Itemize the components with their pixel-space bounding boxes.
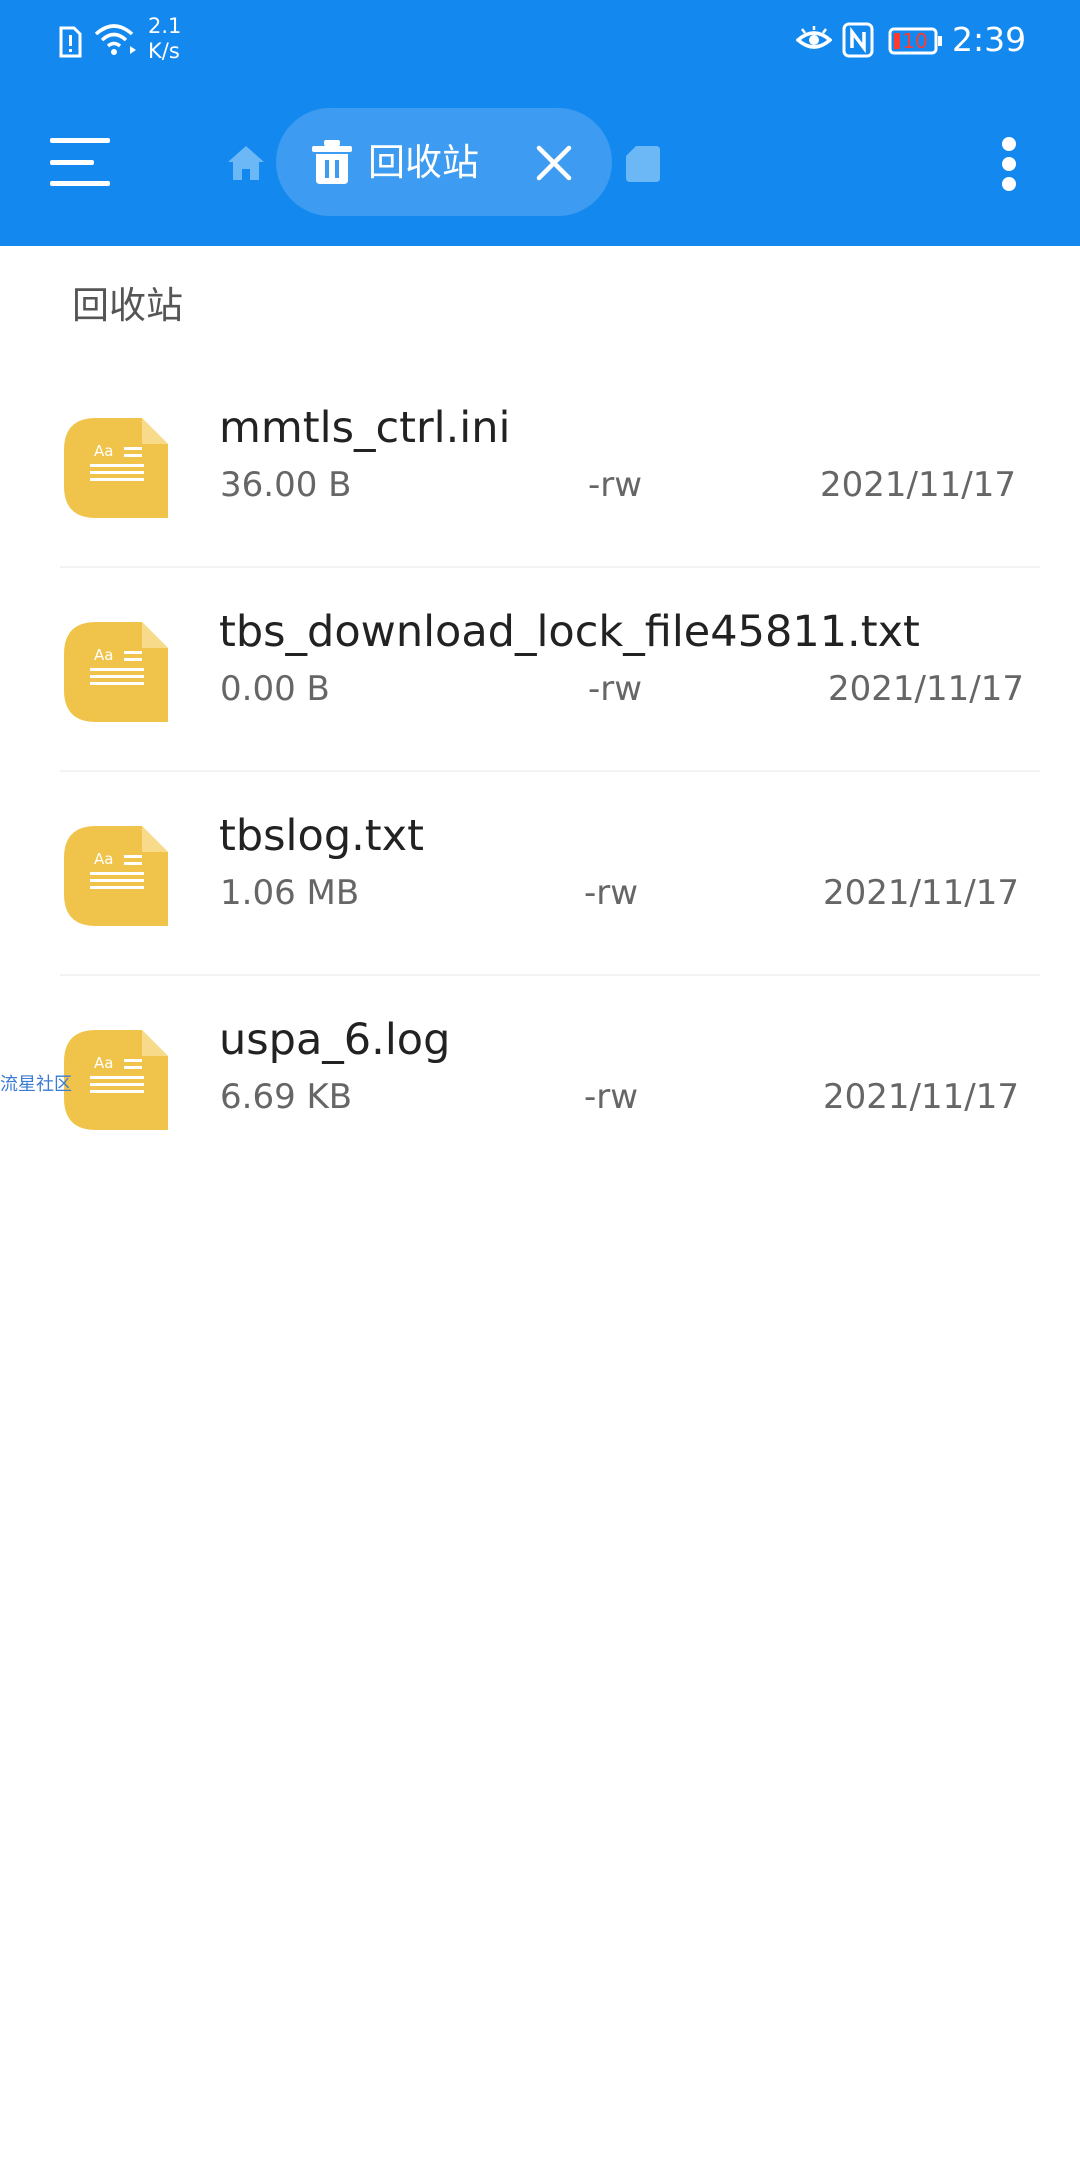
network-speed-value: 2.1 xyxy=(148,14,182,38)
file-permissions: -rw xyxy=(584,873,639,913)
more-vert-icon[interactable] xyxy=(1000,136,1018,192)
text-file-icon: Aa xyxy=(64,826,168,926)
file-permissions: -rw xyxy=(588,669,643,709)
battery-level: 10 xyxy=(902,29,928,53)
file-name: mmtls_ctrl.ini xyxy=(219,403,511,453)
file-size: 0.00 B xyxy=(220,669,330,709)
file-date: 2021/11/17 xyxy=(820,465,1016,505)
file-name: tbslog.txt xyxy=(219,811,424,861)
network-speed-unit: K/s xyxy=(148,39,180,63)
watermark: 流星社区 xyxy=(0,1074,72,1095)
file-name: tbs_download_lock_file45811.txt xyxy=(219,607,920,657)
clock: 2:39 xyxy=(952,20,1027,59)
app-bar: 2.1 K/s 10 2:39 回收站 xyxy=(0,0,1080,246)
file-row[interactable]: Aa mmtls_ctrl.ini 36.00 B -rw 2021/11/17 xyxy=(0,364,1080,568)
tab-label: 回收站 xyxy=(368,141,479,184)
text-file-icon: Aa xyxy=(64,418,168,518)
svg-text:Aa: Aa xyxy=(94,442,113,460)
close-icon[interactable] xyxy=(536,145,572,181)
text-file-icon: Aa xyxy=(64,1030,168,1130)
sim-alert-icon xyxy=(59,26,82,58)
menu-icon[interactable] xyxy=(50,136,114,188)
nfc-icon xyxy=(842,22,874,58)
file-size: 1.06 MB xyxy=(220,873,360,913)
section-title: 回收站 xyxy=(72,284,183,327)
svg-text:Aa: Aa xyxy=(94,646,113,664)
trash-icon xyxy=(312,140,352,184)
text-file-icon: Aa xyxy=(64,622,168,722)
svg-text:Aa: Aa xyxy=(94,1054,113,1072)
file-date: 2021/11/17 xyxy=(828,669,1024,709)
svg-text:Aa: Aa xyxy=(94,850,113,868)
file-date: 2021/11/17 xyxy=(823,873,1019,913)
file-size: 36.00 B xyxy=(220,465,352,505)
sd-card-icon[interactable] xyxy=(626,146,660,182)
file-date: 2021/11/17 xyxy=(823,1077,1019,1117)
file-row[interactable]: Aa uspa_6.log 6.69 KB -rw 2021/11/17 xyxy=(0,976,1080,1180)
status-bar: 2.1 K/s 10 2:39 xyxy=(0,0,1080,82)
file-row[interactable]: Aa tbslog.txt 1.06 MB -rw 2021/11/17 xyxy=(0,772,1080,976)
home-icon[interactable] xyxy=(226,144,266,182)
file-name: uspa_6.log xyxy=(219,1015,451,1065)
file-row[interactable]: Aa tbs_download_lock_file45811.txt 0.00 … xyxy=(0,568,1080,772)
file-permissions: -rw xyxy=(588,465,643,505)
file-size: 6.69 KB xyxy=(220,1077,353,1117)
network-speed: 2.1 K/s xyxy=(148,14,181,64)
eye-comfort-icon xyxy=(796,26,832,49)
wifi-icon xyxy=(94,24,136,55)
file-permissions: -rw xyxy=(584,1077,639,1117)
